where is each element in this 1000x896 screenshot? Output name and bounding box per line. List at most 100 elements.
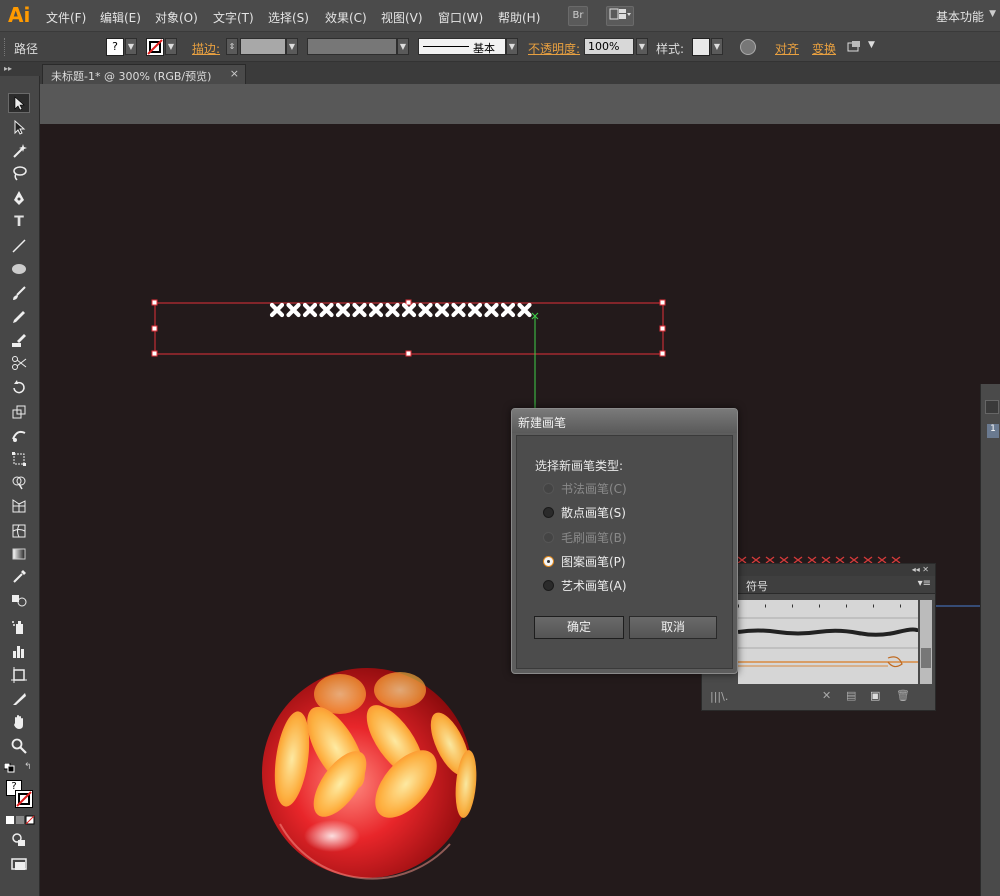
control-panel-menu-icon[interactable]: ▼ [868,40,875,50]
stroke-weight-field[interactable] [240,38,286,55]
graphic-style-dropdown[interactable]: ▼ [711,38,723,55]
cancel-button[interactable]: 取消 [629,616,717,639]
fill-dropdown[interactable]: ▼ [125,38,137,55]
lasso-tool-icon[interactable] [8,163,30,183]
pencil-tool-icon[interactable] [8,307,30,327]
brush-list[interactable] [737,600,920,684]
gradient-tool-icon[interactable] [8,544,30,564]
pen-tool-icon[interactable] [8,188,30,208]
variable-width-dropdown[interactable]: ▼ [397,38,409,55]
default-colors-icon[interactable] [3,762,16,773]
blob-brush-tool-icon[interactable] [8,330,30,350]
panel-menu-icon[interactable]: ▾≡ [918,578,931,589]
new-brush-icon[interactable]: ▣ [870,689,880,702]
stroke-color-icon[interactable] [15,790,33,808]
eyedropper-tool-icon[interactable] [8,567,30,587]
brush-options-icon[interactable]: ▤ [846,689,856,702]
radio-calligraphic-brush[interactable]: 书法画笔(C) [543,480,627,496]
bridge-button[interactable]: Br [568,6,588,26]
mesh-tool-icon[interactable] [8,521,30,541]
column-graph-tool-icon[interactable] [8,641,30,661]
stroke-weight-dropdown[interactable]: ▼ [286,38,298,55]
menu-effect[interactable]: 效果(C) [325,9,367,26]
direct-selection-tool-icon[interactable] [8,117,30,137]
menu-window[interactable]: 窗口(W) [438,9,483,26]
brush-library-icon[interactable]: |||\. [710,690,728,703]
close-icon[interactable]: × [230,67,239,80]
menu-type[interactable]: 文字(T) [213,9,254,26]
remove-stroke-icon[interactable]: ✕ [822,689,831,702]
free-transform-tool-icon[interactable] [8,449,30,469]
recolor-artwork-icon[interactable] [740,39,756,55]
brush-definition-dropdown[interactable]: ▼ [506,38,518,55]
hand-tool-icon[interactable] [8,712,30,732]
workspace-switcher[interactable]: 基本功能 [936,8,984,25]
drawing-mode-icon[interactable] [8,830,30,850]
radio-button[interactable] [543,506,554,518]
x-pattern-tile-row[interactable] [269,302,532,318]
zoom-tool-icon[interactable] [8,736,30,756]
graphic-style-swatch[interactable] [692,38,710,56]
type-tool-icon[interactable]: T [8,212,30,232]
tab-symbols[interactable]: 符号 [746,578,768,594]
artboard-tool-icon[interactable] [8,665,30,685]
opacity-field[interactable]: 100% [584,38,634,55]
radio-button[interactable] [543,482,554,494]
ok-button[interactable]: 确定 [534,616,624,639]
brush-definition[interactable]: 基本 [418,38,506,55]
scrollbar-thumb[interactable] [921,648,931,668]
fill-swatch[interactable]: ? [106,38,124,56]
ellipse-tool-icon[interactable] [8,259,30,279]
variable-width-profile[interactable] [307,38,397,55]
menu-edit[interactable]: 编辑(E) [100,9,141,26]
line-segment-tool-icon[interactable] [8,236,30,256]
dialog-titlebar[interactable]: 新建画笔 [512,409,737,433]
stroke-dropdown[interactable]: ▼ [165,38,177,55]
rotate-tool-icon[interactable] [8,378,30,398]
radio-scatter-brush[interactable]: 散点画笔(S) [543,504,626,520]
menu-help[interactable]: 帮助(H) [498,9,540,26]
symbol-sprayer-tool-icon[interactable] [8,617,30,637]
color-mode-icons[interactable] [6,814,36,825]
dialog-body: 选择新画笔类型: 书法画笔(C) 散点画笔(S) 毛刷画笔(B) 图案画笔(P)… [516,435,733,669]
magic-wand-tool-icon[interactable] [8,141,30,161]
christmas-ball-ornament[interactable] [262,668,479,880]
radio-button[interactable] [543,555,554,567]
align-link[interactable]: 对齐 [775,40,799,57]
stroke-weight-stepper[interactable]: ⇕ [226,38,238,55]
document-tab[interactable]: 未标题-1* @ 300% (RGB/预览) × [42,64,246,84]
radio-bristle-brush[interactable]: 毛刷画笔(B) [543,529,627,545]
tools-panel-collapse[interactable]: ▸▸ [0,62,40,76]
opacity-label-link[interactable]: 不透明度: [528,40,580,57]
radio-button[interactable] [543,531,554,543]
menu-file[interactable]: 文件(F) [46,9,86,26]
stroke-swatch[interactable] [146,38,164,56]
stroke-label-link[interactable]: 描边: [192,40,220,57]
warp-tool-icon[interactable] [8,425,30,445]
swap-colors-icon[interactable]: ↰ [24,762,32,772]
menu-view[interactable]: 视图(V) [381,9,423,26]
isolate-object-icon[interactable] [846,40,862,54]
menu-select[interactable]: 选择(S) [268,9,309,26]
radio-art-brush[interactable]: 艺术画笔(A) [543,577,627,593]
brush-list-scrollbar[interactable] [920,600,932,684]
scale-tool-icon[interactable] [8,402,30,422]
radio-button[interactable] [543,579,554,591]
control-bar-grip[interactable] [4,38,8,56]
trash-icon[interactable]: 🗑 [896,689,910,702]
shape-builder-tool-icon[interactable] [8,472,30,492]
paintbrush-tool-icon[interactable] [8,283,30,303]
perspective-grid-tool-icon[interactable] [8,496,30,516]
scissors-tool-icon[interactable] [8,353,30,373]
menu-object[interactable]: 对象(O) [155,9,198,26]
transform-link[interactable]: 变换 [812,40,836,57]
screen-mode-icon[interactable] [8,854,30,874]
blend-tool-icon[interactable] [8,590,30,610]
radio-label: 散点画笔(S) [561,505,626,520]
radio-pattern-brush[interactable]: 图案画笔(P) [543,553,626,569]
opacity-dropdown[interactable]: ▼ [636,38,648,55]
selection-tool-icon[interactable] [8,93,30,113]
panel-tab[interactable] [985,400,999,414]
arrange-documents-button[interactable] [606,6,634,26]
slice-tool-icon[interactable] [8,689,30,709]
